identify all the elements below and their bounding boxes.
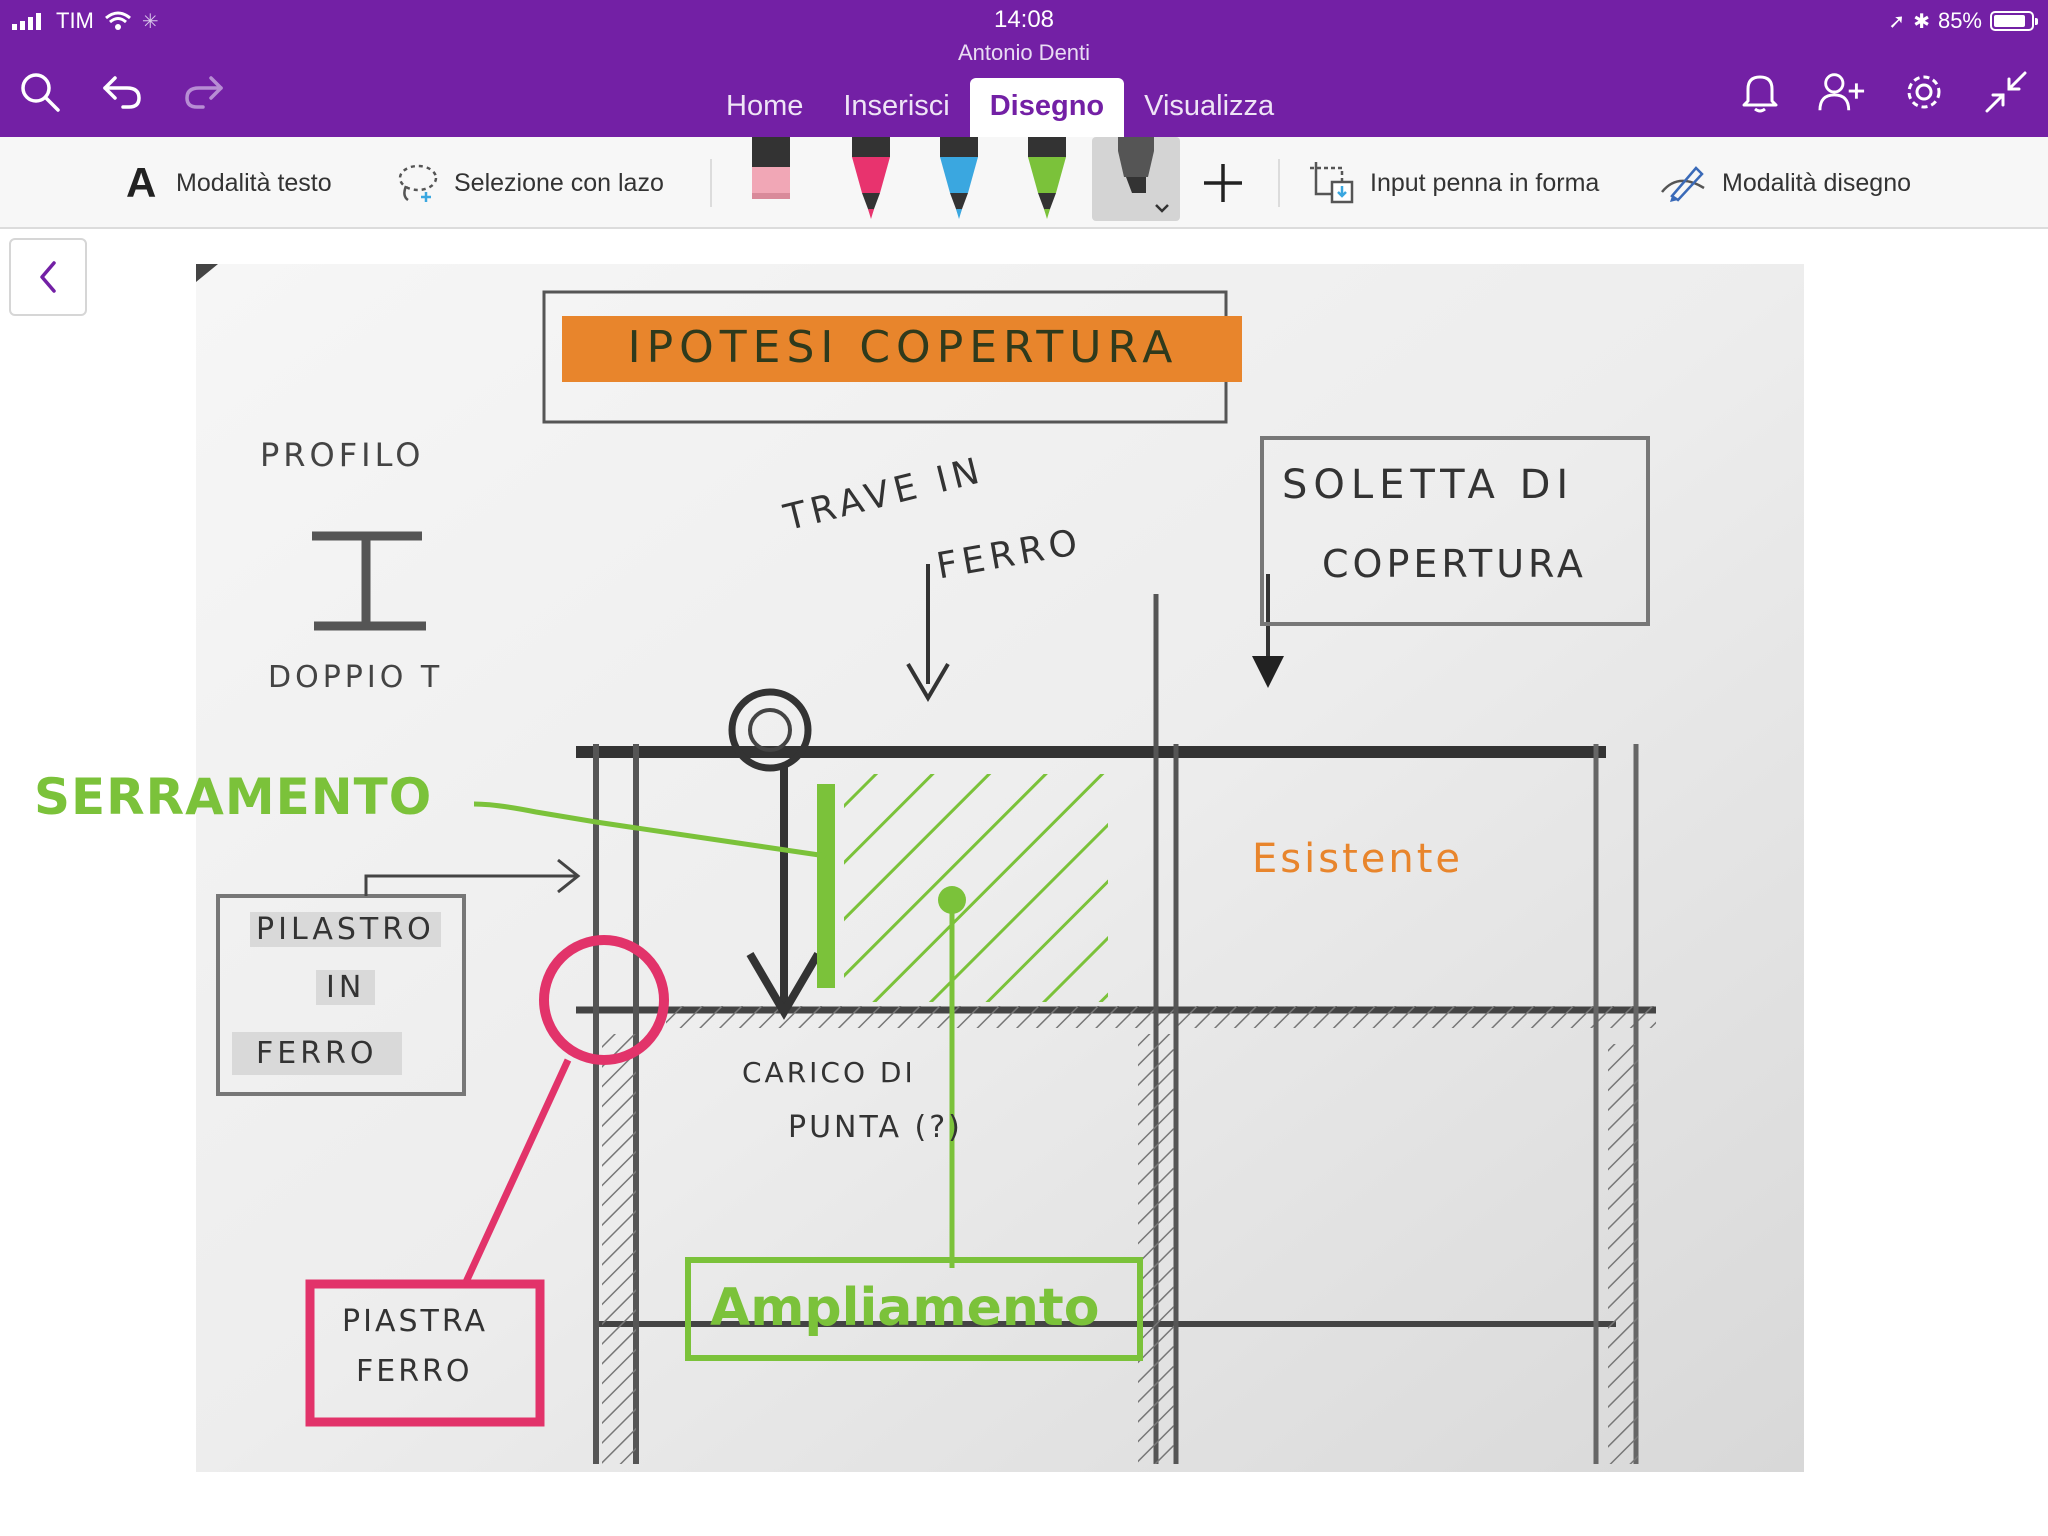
- text-mode-button[interactable]: A Modalità testo: [126, 137, 332, 229]
- tab-home[interactable]: Home: [706, 78, 823, 137]
- battery-icon: [1990, 11, 2038, 31]
- pen-icon: [940, 137, 978, 219]
- slab-hatch: [666, 1006, 1656, 1028]
- extension-label: Ampliamento: [710, 1278, 1100, 1338]
- status-bar-right: ➚ ✱ 85%: [1888, 8, 2038, 34]
- back-button[interactable]: [9, 238, 87, 316]
- green-pen-tool[interactable]: [1016, 137, 1078, 229]
- search-icon[interactable]: [16, 68, 64, 116]
- highlighter-tool-selected[interactable]: [1092, 137, 1180, 221]
- undo-icon[interactable]: [98, 68, 146, 116]
- blue-pen-tool[interactable]: [928, 137, 990, 229]
- load-label-2: PUNTA (?): [788, 1110, 963, 1145]
- notebook-owner: Antonio Denti: [957, 40, 1091, 65]
- window-label: SERRAMENTO: [34, 768, 433, 826]
- add-person-icon[interactable]: [1818, 68, 1866, 116]
- ribbon-tabs: Home Inserisci Disegno Visualizza: [706, 78, 1294, 137]
- lasso-label: Selezione con lazo: [454, 168, 664, 197]
- app-header: TIM ✳ 14:08 Antonio Denti ➚ ✱ 85% Home I…: [0, 0, 2048, 137]
- text-mode-icon: A: [126, 159, 157, 206]
- location-icon: ➚: [1888, 10, 1906, 33]
- tab-disegno[interactable]: Disegno: [969, 78, 1125, 137]
- load-label-1: CARICO DI: [742, 1056, 916, 1089]
- pillar-label-1: PILASTRO: [250, 912, 441, 947]
- pen-icon: [1028, 137, 1066, 219]
- highlighter-icon: [1118, 137, 1169, 213]
- toolbar-divider: [710, 159, 712, 207]
- bluetooth-icon: ✱: [1913, 10, 1930, 33]
- plate-label-1: PIASTRA: [342, 1304, 488, 1339]
- draw-toolbar: A Modalità testo Selezione con lazo Inpu…: [0, 137, 2048, 229]
- tab-inserisci[interactable]: Inserisci: [823, 78, 969, 137]
- status-time: 14:08: [993, 6, 1055, 33]
- battery-level: [1994, 15, 2025, 27]
- pink-pen-tool[interactable]: [840, 137, 902, 229]
- tab-visualizza[interactable]: Visualizza: [1124, 78, 1294, 137]
- slab-label-2: COPERTURA: [1322, 542, 1587, 586]
- ink-to-shape-button[interactable]: Input penna in forma: [1308, 137, 1599, 229]
- chevron-left-icon: [40, 261, 56, 293]
- ink-to-shape-icon: [1310, 162, 1354, 204]
- pen-icon: [852, 137, 890, 219]
- eraser-icon: [752, 137, 790, 199]
- profile-label: PROFILO: [260, 436, 425, 474]
- draw-mode-label: Modalità disegno: [1722, 168, 1912, 197]
- toolbar-divider: [1278, 159, 1280, 207]
- draw-mode-button[interactable]: Modalità disegno: [1658, 137, 1911, 229]
- ink-to-shape-label: Input penna in forma: [1370, 168, 1600, 197]
- redo-icon[interactable]: [180, 68, 228, 116]
- double-t-label: DOPPIO T: [268, 660, 444, 695]
- lasso-icon: [398, 164, 438, 202]
- plate-label-2: FERRO: [356, 1354, 473, 1389]
- settings-gear-icon[interactable]: [1900, 68, 1948, 116]
- draw-mode-pen-icon: [1661, 166, 1705, 202]
- lasso-select-button[interactable]: Selezione con lazo: [396, 137, 664, 229]
- collapse-arrows-icon[interactable]: [1982, 68, 2030, 116]
- plus-icon: [1204, 164, 1242, 202]
- sketch-image: IPOTESI COPERTURA PROFILO DOPPIO T TRAVE…: [34, 264, 1804, 1472]
- eraser-tool[interactable]: [740, 137, 802, 229]
- pillar-label-2: IN: [316, 970, 376, 1005]
- battery-percent: 85%: [1937, 8, 1982, 33]
- text-mode-label: Modalità testo: [176, 168, 332, 197]
- notification-bell-icon[interactable]: [1736, 68, 1784, 116]
- add-pen-button[interactable]: [1200, 137, 1246, 229]
- extension-hatch: [844, 774, 1108, 1002]
- pillar-label-3: FERRO: [232, 1032, 402, 1075]
- title-label: IPOTESI COPERTURA: [627, 322, 1179, 373]
- existing-label: Esistente: [1252, 836, 1464, 882]
- slab-label-1: SOLETTA DI: [1282, 462, 1575, 508]
